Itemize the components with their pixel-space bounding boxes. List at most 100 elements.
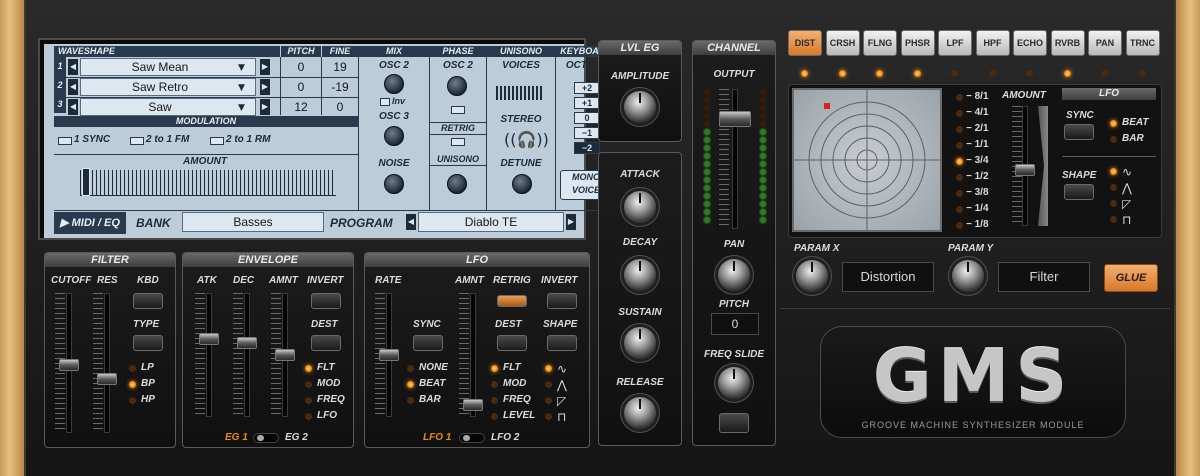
fx-shape-button[interactable] [1064,184,1094,200]
detune-knob[interactable] [512,174,532,194]
wave-select-1[interactable]: Saw Mean [100,59,220,75]
chevron-down-icon[interactable]: ▼ [238,82,245,94]
wave-prev-arrow-icon[interactable]: ◀ [68,79,78,95]
lfo-sync-button[interactable] [413,335,443,351]
lfo-select-toggle[interactable] [459,433,485,443]
fx-rate-option[interactable]: − 1/1 [966,139,989,151]
freq-slide-button[interactable] [719,413,749,433]
rate-handle[interactable] [379,349,399,361]
fx-rate-option[interactable]: − 3/8 [966,187,989,199]
fx-rate-option[interactable]: − 1/4 [966,203,989,215]
fx-rate-option[interactable]: − 2/1 [966,123,989,135]
fine-value-3[interactable]: 0 [322,99,358,115]
fx-amount-handle[interactable] [1015,164,1035,176]
fx-rate-option[interactable]: − 1/2 [966,171,989,183]
wave-select-2[interactable]: Saw Retro [100,79,220,95]
fx-echo-button[interactable]: ECHO [1013,30,1047,56]
fine-value-2[interactable]: -19 [322,79,358,95]
mix-osc3-knob[interactable] [384,126,404,146]
retrig-button[interactable] [497,295,527,307]
lfo-dest-button[interactable] [497,335,527,351]
phase-toggle[interactable] [451,106,465,114]
decay-knob[interactable] [624,259,656,291]
wave-prev-arrow-icon[interactable]: ◀ [68,99,78,115]
sustain-knob[interactable] [624,327,656,359]
dec-handle[interactable] [237,337,257,349]
fx-phsr-button[interactable]: PHSR [900,30,935,56]
wave-select-3[interactable]: Saw [100,99,220,115]
cutoff-handle[interactable] [59,359,79,371]
res-handle[interactable] [97,373,117,385]
program-select[interactable]: Diablo TE [418,212,564,232]
fx-rate-option[interactable]: − 4/1 [966,107,989,119]
fx-dist-button[interactable]: DIST [788,30,822,56]
pitch-value-1[interactable]: 0 [281,59,321,75]
fx-rate-option[interactable]: − 3/4 [966,155,989,167]
output-fader[interactable] [732,89,738,229]
fx-rate-option[interactable]: − 1/8 [966,219,989,231]
program-next-arrow-icon[interactable]: ▶ [566,214,576,230]
noise-knob[interactable] [384,174,404,194]
fx-crsh-button[interactable]: CRSH [825,30,860,56]
fx-lpf-button[interactable]: LPF [938,30,972,56]
freq-slide-knob[interactable] [718,367,750,399]
octave-plus1[interactable]: +1 [574,97,600,109]
pitch-value[interactable]: 0 [711,313,759,335]
fx-trnc-button[interactable]: TRNC [1125,30,1160,56]
program-prev-arrow-icon[interactable]: ◀ [406,214,416,230]
voices-bar[interactable] [496,86,544,100]
wave-next-arrow-icon[interactable]: ▶ [260,79,270,95]
xy-pad[interactable] [792,88,942,232]
chevron-down-icon[interactable]: ▼ [238,62,245,74]
fx-rvrb-button[interactable]: RVRB [1050,30,1085,56]
octave-zero[interactable]: 0 [574,112,600,124]
chevron-down-icon[interactable]: ▼ [238,102,245,114]
param-x-knob[interactable] [796,260,828,292]
res-slider[interactable] [104,293,110,433]
amnt-handle[interactable] [275,349,295,361]
wave-next-arrow-icon[interactable]: ▶ [260,99,270,115]
output-fader-handle[interactable] [719,111,751,127]
kbd-button[interactable] [133,293,163,309]
fx-flng-button[interactable]: FLNG [863,30,897,56]
atk-handle[interactable] [199,333,219,345]
dec-slider[interactable] [244,293,250,417]
dest-button[interactable] [311,335,341,351]
param-y-knob[interactable] [952,260,984,292]
bank-select[interactable]: Basses [182,212,324,232]
eg-select-toggle[interactable] [253,433,279,443]
fine-value-1[interactable]: 19 [322,59,358,75]
fx-sync-button[interactable] [1064,124,1094,140]
phase-unisono-knob[interactable] [447,174,467,194]
octave-minus1[interactable]: −1 [574,127,600,139]
param-y-display[interactable]: Filter [998,262,1090,292]
mod-amount-slider[interactable] [80,170,336,196]
pitch-value-2[interactable]: 0 [281,79,321,95]
attack-knob[interactable] [624,191,656,223]
fm-toggle[interactable] [130,137,144,145]
lfo-amnt-handle[interactable] [463,399,483,411]
octave-minus2[interactable]: −2 [574,142,600,154]
rm-toggle[interactable] [210,137,224,145]
shape-button[interactable] [547,335,577,351]
amplitude-knob[interactable] [624,91,656,123]
release-knob[interactable] [624,397,656,429]
midi-eq-button[interactable]: ▶ MIDI / EQ [54,212,126,234]
wave-prev-arrow-icon[interactable]: ◀ [68,59,78,75]
fx-hpf-button[interactable]: HPF [975,30,1010,56]
wave-next-arrow-icon[interactable]: ▶ [260,59,270,75]
param-x-display[interactable]: Distortion [842,262,934,292]
pitch-value-3[interactable]: 12 [281,99,321,115]
xy-pad-cursor[interactable] [824,103,830,109]
mod-amount-handle[interactable] [82,168,90,196]
pan-knob[interactable] [718,259,750,291]
type-button[interactable] [133,335,163,351]
invert-button[interactable] [311,293,341,309]
atk-slider[interactable] [206,293,212,417]
fx-pan-button[interactable]: PAN [1088,30,1122,56]
sync-toggle[interactable] [58,137,72,145]
retrig-toggle[interactable] [451,138,465,146]
octave-plus2[interactable]: +2 [574,82,600,94]
fx-rate-option[interactable]: − 8/1 [966,91,989,103]
phase-osc2-knob[interactable] [447,76,467,96]
